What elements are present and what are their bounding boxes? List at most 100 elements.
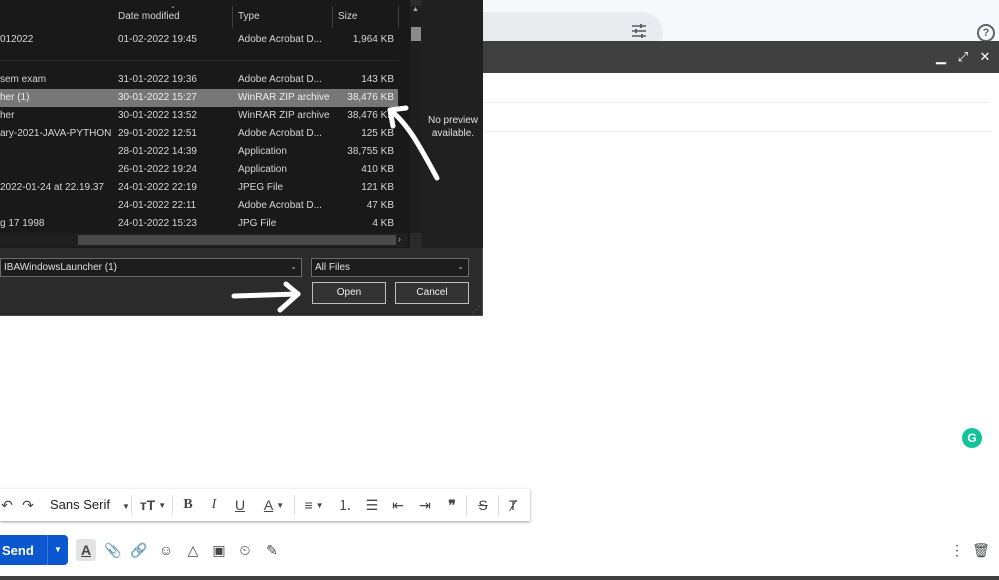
chevron-down-icon: ▼ — [315, 500, 324, 510]
file-row[interactable]: 2022-01-24 at 22.19.37 24-01-2022 22:19 JP… — [0, 179, 398, 197]
help-icon[interactable]: ? — [977, 24, 995, 42]
scroll-up-icon[interactable]: ▲ — [412, 6, 419, 13]
toolbar-divider — [466, 495, 467, 515]
chevron-down-icon: ▼ — [276, 500, 285, 510]
more-options-icon[interactable]: ⋮ — [950, 541, 964, 559]
file-size-cell: 4 KB — [372, 218, 394, 229]
link-icon[interactable]: 🔗 — [130, 541, 148, 559]
file-name-cell: ary-2021-JAVA-PYTHON — [0, 128, 112, 139]
formatting-options-icon[interactable]: A — [76, 539, 96, 561]
file-row[interactable]: 26-01-2022 19:24 Application 410 KB — [0, 161, 398, 179]
file-name-cell: sem exam — [0, 74, 47, 85]
file-row[interactable]: 012022 01-02-2022 19:45 Adobe Acrobat D...… — [0, 31, 398, 49]
font-select[interactable]: Sans Serif ▼ — [50, 497, 130, 512]
file-date-cell: 29-01-2022 12:51 — [118, 128, 197, 139]
file-date-cell: 01-02-2022 19:45 — [118, 34, 197, 45]
file-type-cell: Adobe Acrobat D... — [238, 200, 322, 211]
file-row[interactable]: sem exam 31-01-2022 19:36 Adobe Acrobat D.… — [0, 71, 398, 89]
bold-icon[interactable]: B — [180, 493, 196, 517]
undo-icon[interactable]: ↶ — [0, 493, 14, 517]
align-icon[interactable]: ≡ ▼ — [300, 493, 328, 517]
file-row[interactable]: g 17 1998 24-01-2022 15:23 JPG File 4 KB — [0, 215, 398, 233]
file-size-cell: 410 KB — [361, 164, 394, 175]
horizontal-scroll-thumb[interactable] — [78, 235, 396, 245]
emoji-icon[interactable]: ☺ — [157, 541, 175, 559]
photo-icon[interactable]: ▣ — [210, 541, 228, 559]
resize-grip-icon[interactable]: ⋰ — [472, 305, 480, 314]
vertical-scroll-thumb[interactable] — [411, 27, 421, 41]
file-date-cell: 30-01-2022 15:27 — [118, 92, 197, 103]
toolbar-divider — [294, 495, 295, 515]
taskbar-strip — [0, 576, 999, 580]
quote-icon[interactable]: ❞ — [443, 493, 461, 517]
file-row[interactable]: her (1) 30-01-2022 15:27 WinRAR ZIP archiv… — [0, 89, 398, 107]
file-name-value: IBAWindowsLauncher (1) — [4, 262, 118, 273]
scroll-right-icon[interactable]: › — [398, 234, 401, 244]
file-type-select[interactable]: All Files ⌄ — [311, 258, 469, 277]
drive-icon[interactable]: △ — [184, 541, 202, 559]
file-row[interactable]: 24-01-2022 22:11 Adobe Acrobat D... 47 KB — [0, 197, 398, 215]
chevron-down-icon: ▼ — [121, 502, 130, 511]
file-row[interactable]: 28-01-2022 14:39 Application 38,755 KB — [0, 143, 398, 161]
file-type-cell: Application — [238, 146, 287, 157]
minimize-icon[interactable]: ▁ — [935, 49, 947, 65]
column-header-type[interactable]: Type — [238, 0, 260, 32]
send-label: Send — [2, 542, 34, 558]
search-options-icon[interactable] — [630, 22, 648, 40]
file-name-cell: g 17 1998 — [0, 218, 45, 229]
indent-more-icon[interactable]: ⇥ — [416, 493, 434, 517]
text-size-icon[interactable]: тT ▼ — [138, 493, 168, 517]
file-date-cell: 24-01-2022 22:11 — [118, 200, 197, 211]
grammarly-icon[interactable]: G — [962, 428, 982, 448]
group-separator — [0, 60, 398, 61]
file-size-cell: 143 KB — [361, 74, 394, 85]
attach-icon[interactable]: 📎 — [104, 541, 122, 559]
strikethrough-icon[interactable]: S — [474, 493, 492, 517]
file-date-cell: 24-01-2022 22:19 — [118, 182, 197, 193]
text-color-icon[interactable]: A ▼ — [259, 493, 289, 517]
file-date-cell: 31-01-2022 19:36 — [118, 74, 197, 85]
cancel-button[interactable]: Cancel — [395, 282, 469, 304]
file-row[interactable]: her 30-01-2022 13:52 WinRAR ZIP archive 38,… — [0, 107, 398, 125]
signature-icon[interactable]: ✎ — [263, 541, 281, 559]
file-size-cell: 125 KB — [361, 128, 394, 139]
redo-icon[interactable]: ↷ — [19, 493, 37, 517]
file-name-field[interactable]: IBAWindowsLauncher (1) ⌄ — [0, 258, 302, 277]
file-name-cell: her (1) — [0, 92, 30, 103]
file-type-cell: JPG File — [238, 218, 277, 229]
close-icon[interactable]: ✕ — [979, 49, 991, 65]
open-button[interactable]: Open — [312, 282, 386, 304]
file-size-cell: 38,476 KB — [347, 110, 394, 121]
underline-icon[interactable]: U — [232, 493, 248, 517]
file-row[interactable]: ary-2021-JAVA-PYTHON 29-01-2022 12:51 Adob… — [0, 125, 398, 143]
file-name-cell: 2022-01-24 at 22.19.37 — [0, 182, 104, 193]
file-type-cell: JPEG File — [238, 182, 284, 193]
column-header-date[interactable]: Date modified — [118, 0, 180, 32]
column-header-size[interactable]: Size — [338, 0, 357, 32]
file-open-dialog: ⌄ Date modified Type Size 012022 01-02-20… — [0, 0, 483, 316]
send-button[interactable]: Send ▼ — [0, 535, 68, 565]
chevron-down-icon[interactable]: ⌄ — [290, 262, 297, 271]
file-name-cell: her — [0, 110, 15, 121]
file-type-cell: Adobe Acrobat D... — [238, 34, 322, 45]
file-type-value: All Files — [315, 262, 351, 273]
indent-less-icon[interactable]: ⇤ — [389, 493, 407, 517]
compose-window-controls: ▁ ⤢ ✕ — [935, 41, 991, 73]
chevron-down-icon[interactable]: ⌄ — [457, 262, 464, 271]
chevron-down-icon: ▼ — [158, 500, 167, 510]
file-name-cell: 012022 — [0, 34, 34, 45]
remove-formatting-icon[interactable]: Ⱦ — [504, 493, 522, 517]
numbered-list-icon[interactable]: ⒈ — [336, 493, 354, 517]
file-date-cell: 30-01-2022 13:52 — [118, 110, 197, 121]
confidential-icon[interactable]: ⏲ — [236, 541, 254, 559]
italic-icon[interactable]: I — [206, 493, 222, 517]
column-divider — [398, 6, 399, 28]
toolbar-divider — [172, 495, 173, 515]
toolbar-divider — [131, 495, 132, 515]
formatting-toolbar: ↶ ↷ Sans Serif ▼ тT ▼ B I U A ▼ ≡ ▼ ⒈ ☰ ⇤ ⇥ … — [0, 489, 530, 521]
file-type-cell: WinRAR ZIP archive — [238, 110, 330, 121]
trash-icon[interactable]: 🗑 — [972, 541, 990, 559]
full-screen-icon[interactable]: ⤢ — [957, 49, 969, 65]
schedule-send-dropdown[interactable]: ▼ — [47, 535, 68, 565]
bulleted-list-icon[interactable]: ☰ — [363, 493, 381, 517]
